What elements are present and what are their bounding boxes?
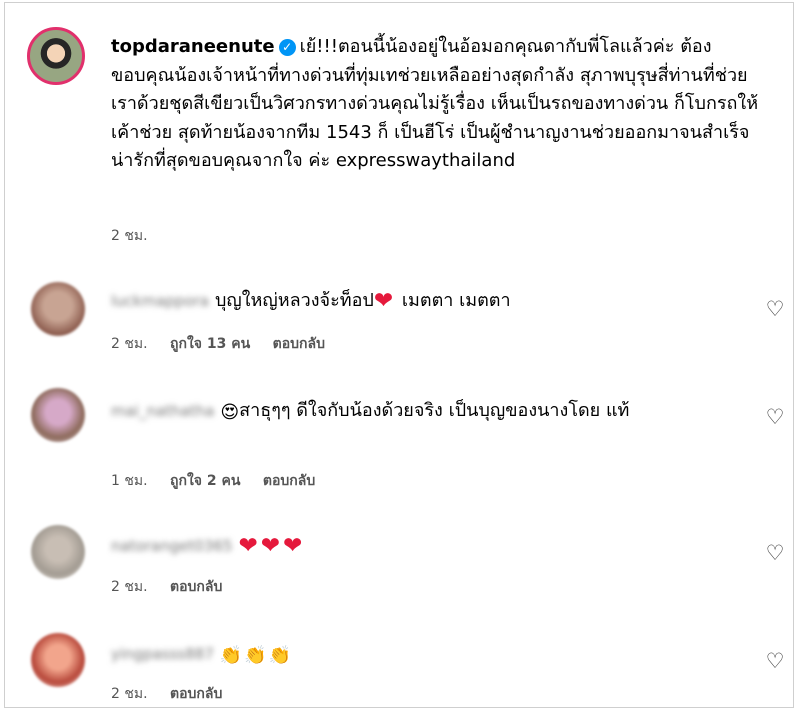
- comment-text-2: สาธุๆๆ ดีใจกับน้องด้วยจริง เป็นบุญของนาง…: [239, 400, 630, 421]
- comment-reply-1[interactable]: ตอบกลับ: [273, 336, 325, 352]
- clapping-hands-icon: 👏: [219, 645, 243, 666]
- comment-avatar-1[interactable]: [31, 282, 85, 336]
- comment-likes-2[interactable]: ถูกใจ 2 คน: [170, 473, 240, 489]
- comment-time-4: 2 ชม.: [111, 686, 148, 702]
- comment-text-1-suffix: เมตตา เมตตา: [396, 290, 511, 311]
- comment-4: yingpasss887 👏 👏 👏: [111, 640, 741, 670]
- red-heart-icon: ❤: [238, 533, 258, 559]
- comment-text-1: บุญใหญ่หลวงจ้ะท็อป: [215, 290, 374, 311]
- heart-eyes-emoji-icon: 😍: [220, 402, 240, 423]
- red-heart-icon: ❤: [260, 533, 280, 559]
- comment-like-icon-4[interactable]: ♡: [765, 651, 785, 672]
- post-author-avatar[interactable]: [27, 27, 85, 85]
- comment-1: luckmappora บุญใหญ่หลวงจ้ะท็อป❤ เมตตา เมต…: [111, 287, 741, 315]
- comment-reply-3[interactable]: ตอบกลับ: [170, 579, 222, 595]
- comment-time-2: 1 ชม.: [111, 473, 148, 489]
- comment-time-1: 2 ชม.: [111, 336, 148, 352]
- comment-username-1[interactable]: luckmappora: [111, 287, 209, 315]
- comment-thread: topdaraneenute ✓ เย้!!!ตอนนี้น้องอยู่ในอ้อ…: [4, 2, 794, 708]
- comment-likes-1[interactable]: ถูกใจ 13 คน: [170, 336, 250, 352]
- comment-3: natoranget0365 ❤ ❤ ❤: [111, 532, 741, 560]
- comment-like-icon-3[interactable]: ♡: [765, 543, 785, 564]
- post-meta: 2 ชม.: [111, 227, 166, 245]
- comment-meta-2: 1 ชม. ถูกใจ 2 คน ตอบกลับ: [111, 472, 333, 490]
- comment-username-2[interactable]: mai_nathatha: [111, 397, 214, 425]
- comment-meta-1: 2 ชม. ถูกใจ 13 คน ตอบกลับ: [111, 335, 343, 353]
- red-heart-icon: ❤: [283, 533, 303, 559]
- comment-avatar-2[interactable]: [31, 388, 85, 442]
- comment-like-icon-1[interactable]: ♡: [765, 299, 785, 320]
- post-caption: topdaraneenute ✓ เย้!!!ตอนนี้น้องอยู่ในอ้อ…: [111, 33, 761, 176]
- comment-reply-4[interactable]: ตอบกลับ: [170, 686, 222, 702]
- red-heart-icon: ❤: [373, 288, 394, 314]
- comment-meta-3: 2 ชม. ตอบกลับ: [111, 578, 240, 596]
- comment-username-3[interactable]: natoranget0365: [111, 532, 232, 560]
- comment-like-icon-2[interactable]: ♡: [765, 407, 785, 428]
- comment-time-3: 2 ชม.: [111, 579, 148, 595]
- comment-avatar-3[interactable]: [31, 525, 85, 579]
- comment-username-4[interactable]: yingpasss887: [111, 640, 214, 668]
- clapping-hands-icon: 👏: [244, 645, 267, 666]
- comment-reply-2[interactable]: ตอบกลับ: [263, 473, 315, 489]
- post-time: 2 ชม.: [111, 228, 148, 244]
- clapping-hands-icon: 👏: [268, 645, 292, 666]
- post-author-username[interactable]: topdaraneenute: [111, 36, 275, 57]
- comment-2: mai_nathatha 😍สาธุๆๆ ดีใจกับน้องด้วยจริง …: [111, 397, 741, 427]
- comment-meta-4: 2 ชม. ตอบกลับ: [111, 685, 240, 703]
- comment-avatar-4[interactable]: [31, 633, 85, 687]
- verified-icon: ✓: [278, 39, 296, 56]
